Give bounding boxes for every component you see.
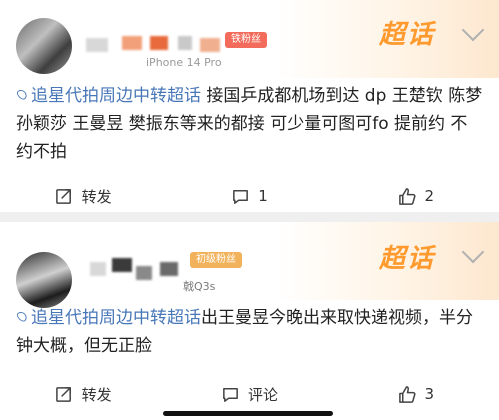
like-button[interactable]: 2 [333,182,499,210]
repost-label: 转发 [81,385,112,404]
comment-count: 1 [258,187,268,205]
post-body: 追星代拍周边中转超话 接国乒成都机场到达 dp 王楚钦 陈梦 孙颖莎 王曼昱 樊… [15,86,483,162]
username-blurred [178,36,192,50]
post-body: 追星代拍周边中转超话出王曼昱今晚出来取快递视频，半分钟大概，但无正脸 [15,308,473,356]
device-label: 戟Q3s [183,280,216,293]
username-blurred [112,258,132,272]
topic-link[interactable]: 追星代拍周边中转超话 [15,308,201,328]
like-button[interactable]: 3 [333,380,499,408]
supertopic-icon [15,309,29,324]
username-blurred [150,36,168,50]
username-blurred[interactable] [90,262,106,276]
device-label: iPhone 14 Pro [146,56,222,69]
fan-badge: 铁粉丝 [225,32,267,48]
action-bar: 转发 评论 3 [0,380,499,408]
like-count: 3 [424,385,435,403]
like-count: 2 [424,187,435,205]
repost-label: 转发 [81,187,112,206]
username-blurred [136,266,152,280]
comment-icon [223,387,238,402]
comment-icon [233,189,249,204]
username-blurred [200,38,220,52]
repost-button[interactable]: 转发 [0,182,166,210]
username-blurred [122,36,142,50]
like-icon [398,385,416,403]
comment-label: 评论 [247,385,278,404]
comment-button[interactable]: 1 [166,182,332,210]
post-card[interactable]: 初级粉丝 戟Q3s 超话 追星代拍周边中转超话出王曼昱今晚出来取快递视频，半分钟… [0,222,499,420]
username-blurred [160,262,178,276]
repost-icon [55,386,71,402]
weibo-feed: 铁粉丝 iPhone 14 Pro 超话 追星代拍周边中转超话 接国乒成都机场到… [0,0,499,420]
avatar[interactable] [16,252,72,308]
repost-button[interactable]: 转发 [0,380,166,408]
username-blurred[interactable] [86,38,108,52]
like-icon [398,187,416,205]
action-bar: 转发 1 2 [0,182,499,210]
comment-button[interactable]: 评论 [166,380,332,408]
topic-link[interactable]: 追星代拍周边中转超话 [15,86,201,106]
home-indicator[interactable] [163,411,333,416]
post-card[interactable]: 铁粉丝 iPhone 14 Pro 超话 追星代拍周边中转超话 接国乒成都机场到… [0,0,499,212]
fan-badge: 初级粉丝 [190,252,242,268]
repost-icon [55,188,71,204]
supertopic-icon [15,87,29,102]
avatar[interactable] [16,18,72,74]
supertopic-logo[interactable]: 超话 [379,14,435,51]
supertopic-logo[interactable]: 超话 [379,238,435,275]
